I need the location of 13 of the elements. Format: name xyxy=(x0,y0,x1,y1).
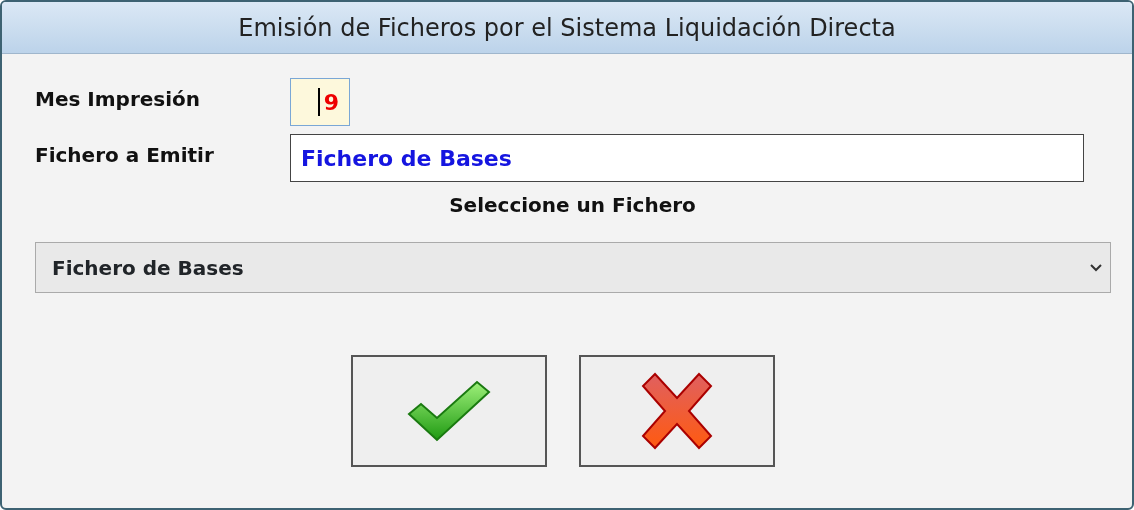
month-field[interactable]: 9 xyxy=(290,78,350,126)
window-title: Emisión de Ficheros por el Sistema Liquidación Directa xyxy=(238,12,896,44)
close-icon xyxy=(640,372,713,450)
file-dropdown[interactable]: Fichero de Bases xyxy=(35,242,1111,293)
chevron-down-icon xyxy=(1090,263,1102,272)
file-field[interactable]: Fichero de Bases xyxy=(290,134,1084,182)
checkmark-icon xyxy=(406,380,491,442)
field-label: Mes Impresión xyxy=(35,86,202,113)
text-cursor xyxy=(317,88,320,116)
field-label: Fichero a Emitir xyxy=(35,142,215,169)
section-heading: Seleccione un Fichero xyxy=(448,192,697,219)
cancel-button[interactable] xyxy=(578,355,775,467)
accept-button[interactable] xyxy=(350,355,547,467)
